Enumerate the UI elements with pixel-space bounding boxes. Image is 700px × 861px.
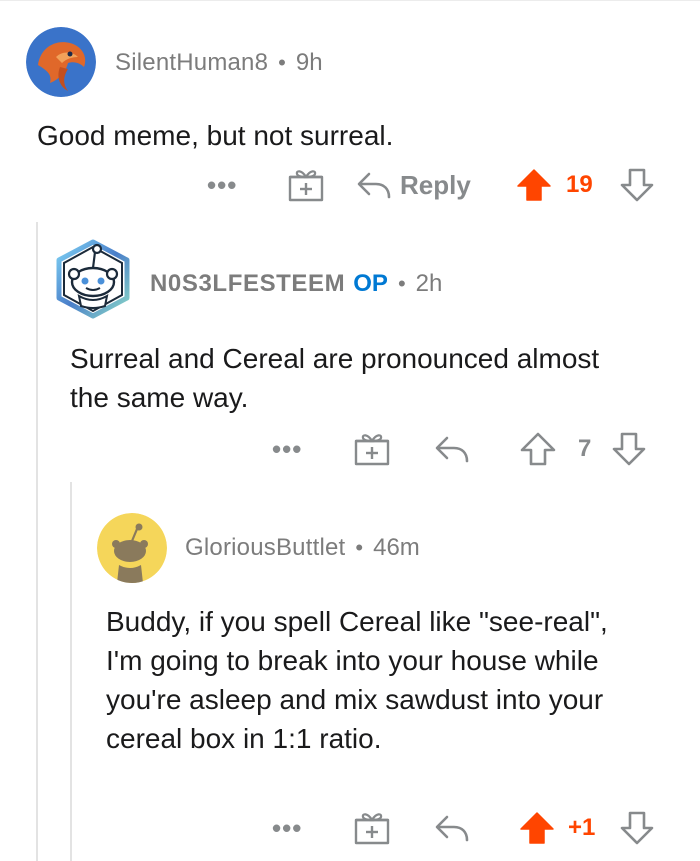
upvote-button[interactable]	[516, 165, 552, 205]
award-icon	[288, 170, 324, 202]
more-options-icon: •••	[207, 170, 238, 200]
more-options-button[interactable]: •••	[272, 429, 302, 469]
comment-header: GloriousButtlet • 46m	[185, 532, 420, 564]
reply-arrow-icon	[435, 815, 469, 842]
vote-score: 19	[566, 165, 593, 205]
comment-header: SilentHuman8 • 9h	[115, 47, 323, 79]
comment-header: N0S3LFESTEEM OP • 2h	[150, 268, 442, 300]
upvote-button[interactable]	[520, 429, 556, 469]
username-link[interactable]: SilentHuman8	[115, 49, 268, 77]
award-button[interactable]	[288, 165, 324, 205]
comment-body: Surreal and Cereal are pronounced almost…	[70, 343, 600, 413]
award-icon	[354, 434, 390, 466]
upvote-arrow-icon	[520, 432, 556, 466]
upvote-arrow-icon	[520, 812, 554, 844]
comment-actions: ••• Reply 19	[0, 165, 700, 205]
meta-separator: •	[355, 535, 364, 560]
score-value: +1	[568, 814, 596, 841]
upvote-button[interactable]	[519, 808, 555, 848]
meta-separator: •	[397, 271, 406, 296]
reply-arrow-icon	[357, 172, 391, 199]
timestamp: 46m	[373, 534, 420, 561]
more-options-icon: •••	[272, 434, 303, 464]
comment-actions: ••• +1	[0, 808, 700, 848]
more-options-icon: •••	[272, 813, 303, 843]
award-icon	[354, 813, 390, 845]
avatar[interactable]	[26, 27, 96, 97]
meta-separator: •	[278, 50, 286, 75]
top-divider	[0, 0, 700, 1]
award-button[interactable]	[354, 429, 390, 469]
upvote-arrow-icon	[517, 169, 551, 201]
username-link[interactable]: GloriousButtlet	[185, 534, 345, 562]
score-value: 19	[566, 171, 593, 198]
vote-score: +1	[568, 808, 595, 848]
reply-button[interactable]	[434, 808, 470, 848]
comment-body: Good meme, but not surreal.	[37, 120, 394, 151]
reply-button[interactable]	[434, 429, 470, 469]
downvote-arrow-icon	[612, 432, 646, 466]
avatar[interactable]	[53, 236, 133, 320]
score-value: 7	[578, 435, 592, 462]
reply-label: Reply	[400, 169, 471, 200]
thread-line-level-1[interactable]	[36, 222, 38, 861]
snoo-avatar-image	[97, 513, 167, 583]
comment-actions: ••• 7	[0, 429, 700, 469]
op-badge: OP	[353, 270, 388, 297]
timestamp: 9h	[295, 49, 323, 76]
avatar[interactable]	[97, 513, 167, 583]
more-options-button[interactable]: •••	[272, 808, 302, 848]
user-avatar-image	[26, 27, 96, 97]
snoo-avatar-image	[56, 239, 130, 319]
reply-button[interactable]: Reply	[356, 165, 471, 205]
downvote-button[interactable]	[620, 165, 654, 205]
downvote-button[interactable]	[620, 808, 654, 848]
more-options-button[interactable]: •••	[207, 165, 237, 205]
vote-score: 7	[578, 429, 591, 469]
award-button[interactable]	[354, 808, 390, 848]
thread-line-level-2[interactable]	[70, 482, 72, 861]
username-link[interactable]: N0S3LFESTEEM	[150, 270, 345, 298]
downvote-button[interactable]	[612, 429, 646, 469]
downvote-arrow-icon	[620, 811, 654, 845]
reply-arrow-icon	[435, 436, 469, 463]
downvote-arrow-icon	[620, 168, 654, 202]
comment-body: Buddy, if you spell Cereal like "see-rea…	[106, 606, 608, 754]
timestamp: 2h	[415, 270, 443, 297]
